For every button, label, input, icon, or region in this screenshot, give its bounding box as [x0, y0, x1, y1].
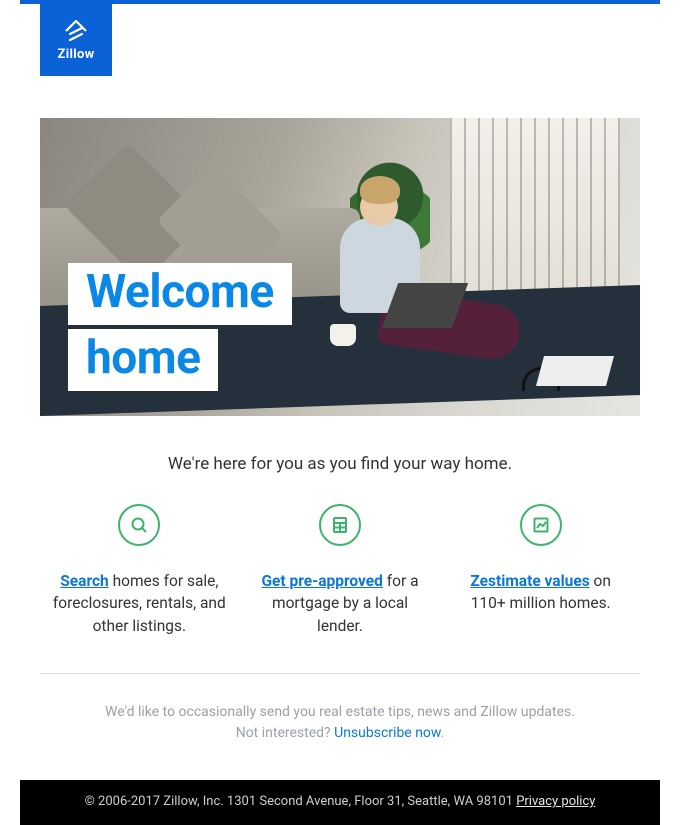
brand-name: Zillow — [58, 47, 95, 62]
chart-icon — [520, 504, 562, 546]
feature-text: Get pre-approved for a mortgage by a loc… — [253, 570, 428, 637]
search-icon — [118, 504, 160, 546]
feature-link-zestimate[interactable]: Zestimate values — [470, 572, 589, 590]
feature-row: Search homes for sale, foreclosures, ren… — [40, 504, 640, 637]
brand-logo-block[interactable]: Zillow — [40, 4, 112, 76]
zillow-logo-icon — [62, 19, 90, 43]
feature-search: Search homes for sale, foreclosures, ren… — [44, 504, 235, 637]
feature-text: Search homes for sale, foreclosures, ren… — [52, 570, 227, 637]
feature-link-search[interactable]: Search — [60, 572, 109, 590]
hero-mug — [330, 324, 356, 346]
feature-link-preapproved[interactable]: Get pre-approved — [261, 572, 382, 590]
feature-zestimate: Zestimate values on 110+ million homes. — [445, 504, 636, 637]
footer-copyright: © 2006-2017 Zillow, Inc. 1301 Second Ave… — [85, 794, 517, 809]
footer: © 2006-2017 Zillow, Inc. 1301 Second Ave… — [20, 780, 660, 825]
feature-preapproved: Get pre-approved for a mortgage by a loc… — [245, 504, 436, 637]
calculator-icon — [319, 504, 361, 546]
hero-book — [536, 356, 614, 386]
feature-text: Zestimate values on 110+ million homes. — [453, 570, 628, 615]
hero-headline: Welcome home — [68, 263, 292, 395]
headline-line1: Welcome — [68, 263, 292, 325]
unsubscribe-link[interactable]: Unsubscribe now — [334, 725, 440, 741]
divider — [40, 673, 640, 674]
preference-text: We'd like to occasionally send you real … — [40, 702, 640, 780]
privacy-policy-link[interactable]: Privacy policy — [516, 794, 595, 809]
subheading: We're here for you as you find your way … — [40, 454, 640, 474]
headline-line2: home — [68, 329, 218, 391]
hero-image: Welcome home — [40, 118, 640, 416]
hero-person — [340, 188, 520, 388]
